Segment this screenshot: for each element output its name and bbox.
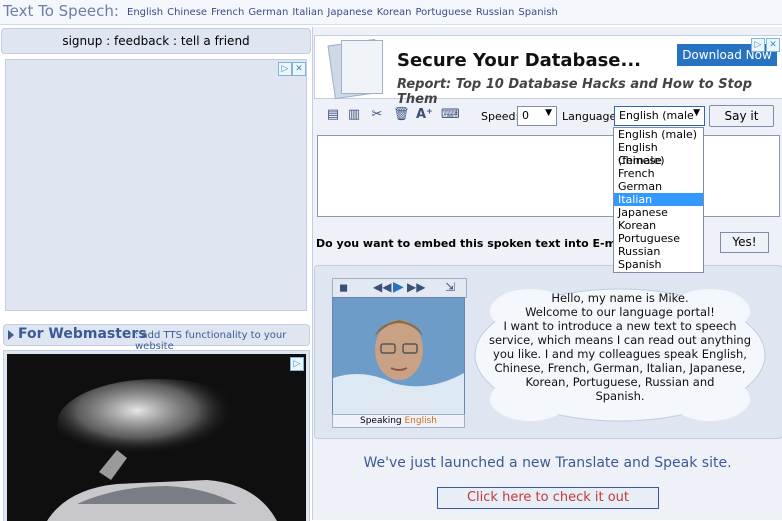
speed-select[interactable]: 0 ▼ (517, 106, 557, 126)
doc-icon[interactable]: ▤ (325, 107, 341, 123)
avatar-image (332, 297, 465, 416)
speaker-area: ◼ ◀◀ ▶ ▶▶ ⇲ Speaking English Hello, my n… (314, 265, 782, 439)
language-option[interactable]: Japanese (614, 206, 703, 219)
banner-title: Secure Your Database... (397, 50, 642, 71)
language-dropdown-list[interactable]: English (male) English (female) Chinese … (613, 127, 704, 273)
lang-link-german[interactable]: German (248, 7, 288, 18)
lang-link-chinese[interactable]: Chinese (167, 7, 207, 18)
mike-intro-text: Hello, my name is Mike. Welcome to our l… (470, 291, 770, 403)
say-it-button[interactable]: Say it (709, 105, 774, 127)
text-input-area[interactable] (317, 135, 780, 217)
language-option[interactable]: Chinese (614, 154, 703, 167)
language-option[interactable]: Portuguese (614, 232, 703, 245)
site-title: Text To Speech: (3, 2, 119, 20)
forward-icon[interactable]: ▶▶ (407, 280, 425, 294)
speaking-text: Speaking (360, 416, 402, 426)
language-select[interactable]: English (male ▼ (614, 106, 705, 126)
car-ad-image[interactable] (7, 354, 306, 521)
header-bar: Text To Speech: English Chinese French Germ… (0, 0, 782, 25)
language-label: Language: (562, 110, 620, 123)
lang-link-spanish[interactable]: Spanish (518, 7, 558, 18)
speech-cloud: Hello, my name is Mike. Welcome to our l… (470, 281, 770, 429)
language-option[interactable]: Russian (614, 245, 703, 258)
docs-icon[interactable]: ▥ (346, 107, 362, 123)
player-controls: ◼ ◀◀ ▶ ▶▶ ⇲ (332, 278, 467, 298)
language-option[interactable]: French (614, 167, 703, 180)
webmasters-bar[interactable]: For Webmasters : add TTS functionality t… (3, 324, 310, 352)
intro-line: service, which means I can read out anyt… (488, 333, 752, 347)
language-option[interactable]: English (male) (614, 128, 703, 141)
trash-icon[interactable]: 🗑 (393, 107, 410, 123)
signup-bar: signup : feedback : tell a friend (1, 28, 311, 54)
left-ad-slot: ▷ ✕ (5, 59, 307, 311)
yes-button[interactable]: Yes! (720, 232, 769, 253)
play-icon[interactable]: ▶ (393, 279, 404, 295)
adchoices-icon[interactable]: ▷ (751, 38, 765, 52)
close-icon[interactable]: ✕ (766, 38, 780, 52)
language-links: English Chinese French German Italian Japanes… (127, 7, 562, 18)
avatar-player: ◼ ◀◀ ▶ ▶▶ ⇲ Speaking English (332, 278, 467, 428)
tts-toolbar: ▤ ▥ ✂ 🗑 A⁺ ⌨ Speed: 0 ▼ Language: Englis… (315, 102, 781, 128)
intro-line: Welcome to our language portal! (525, 305, 715, 319)
keyboard-icon[interactable]: ⌨ (441, 107, 460, 123)
language-option[interactable]: German (614, 180, 703, 193)
lang-link-russian[interactable]: Russian (476, 7, 515, 18)
intro-line: Spanish. (595, 389, 645, 403)
stop-icon[interactable]: ◼ (339, 281, 348, 294)
embed-question: Do you want to embed this spoken text in… (316, 237, 648, 250)
banner-ad[interactable]: Secure Your Database... Report: Top 10 D… (314, 35, 782, 107)
language-option[interactable]: Korean (614, 219, 703, 232)
speaking-language: English (404, 416, 437, 426)
lang-link-french[interactable]: French (211, 7, 244, 18)
webmasters-subtitle: : add TTS functionality to your website (135, 330, 287, 352)
lang-link-italian[interactable]: Italian (292, 7, 323, 18)
intro-line: Korean, Portuguese, Russian and (525, 375, 715, 389)
adchoices-icon[interactable]: ▷ (290, 357, 304, 371)
cut-icon[interactable]: ✂ (369, 107, 385, 123)
language-option[interactable]: Spanish (614, 258, 703, 271)
arrow-right-icon (8, 330, 14, 340)
adchoices-icon[interactable]: ▷ (278, 62, 292, 76)
chevron-down-icon: ▼ (545, 108, 552, 118)
embed-bar: Do you want to embed this spoken text in… (314, 228, 781, 258)
chevron-down-icon: ▼ (693, 108, 700, 118)
intro-line: you like. I and my colleagues speak Engl… (493, 347, 747, 361)
intro-line: Hello, my name is Mike. (551, 291, 689, 305)
speed-label: Speed: (481, 110, 520, 123)
speed-value: 0 (522, 109, 529, 122)
lang-link-english[interactable]: English (127, 7, 163, 18)
close-icon[interactable]: ✕ (292, 62, 306, 76)
language-value: English (male (619, 109, 694, 122)
check-it-out-button[interactable]: Click here to check it out (437, 487, 659, 509)
left-ad-slot-2: ▷ (3, 350, 310, 521)
webmasters-title[interactable]: For Webmasters (18, 326, 147, 342)
export-icon[interactable]: ⇲ (445, 280, 455, 294)
font-size-icon[interactable]: A⁺ (416, 107, 433, 123)
speaking-label: Speaking English (332, 414, 465, 428)
promo-text: We've just launched a new Translate and … (363, 455, 732, 471)
intro-line: I want to introduce a new text to speech (503, 319, 737, 333)
signup-links[interactable]: signup : feedback : tell a friend (2, 34, 310, 48)
language-option[interactable]: English (female) (614, 141, 703, 167)
lang-link-portuguese[interactable]: Portuguese (415, 7, 471, 18)
lang-link-korean[interactable]: Korean (377, 7, 412, 18)
language-option-highlighted[interactable]: Italian (614, 193, 703, 206)
lang-link-japanese[interactable]: Japanese (327, 7, 372, 18)
rewind-icon[interactable]: ◀◀ (373, 280, 391, 294)
intro-line: Chinese, French, German, Italian, Japane… (494, 361, 746, 375)
report-image-front (341, 40, 383, 94)
